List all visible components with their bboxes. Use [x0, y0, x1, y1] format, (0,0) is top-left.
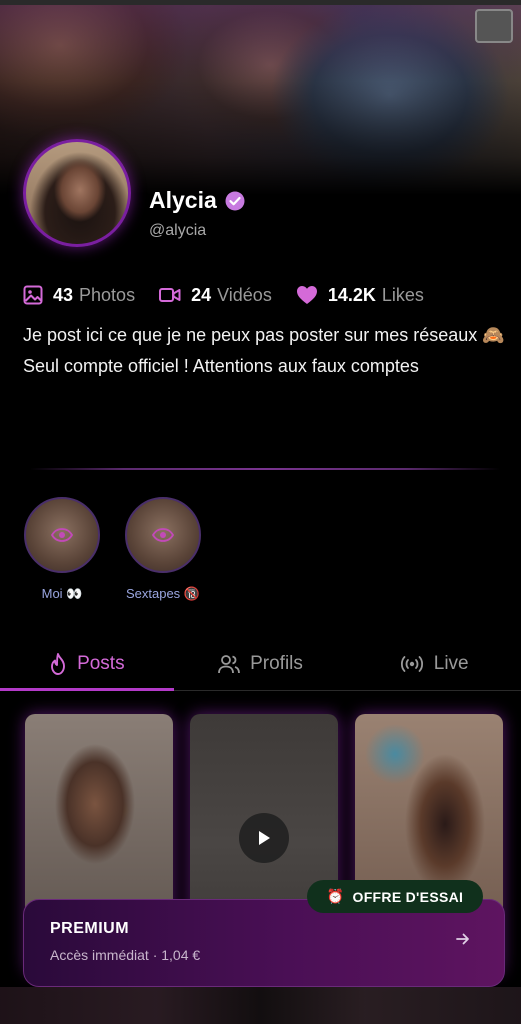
tab-live[interactable]: Live — [347, 637, 521, 690]
stat-likes[interactable]: 14.2K Likes — [296, 285, 424, 306]
trial-offer-badge[interactable]: ⏰ OFFRE D'ESSAI — [307, 880, 483, 913]
name-row: Alycia — [149, 187, 245, 214]
play-icon — [259, 831, 270, 845]
image-icon — [23, 285, 43, 305]
broadcast-icon — [400, 655, 423, 672]
flame-icon — [51, 652, 66, 675]
trial-offer-label: OFFRE D'ESSAI — [352, 888, 464, 905]
highlight-label: Sextapes 🔞 — [125, 586, 200, 601]
profile-name: Alycia — [149, 187, 217, 213]
highlight-label: Moi 👀 — [41, 586, 83, 601]
arrow-right-icon — [456, 933, 469, 945]
avatar[interactable] — [23, 139, 131, 247]
verified-badge-icon — [225, 191, 245, 210]
highlight-thumbnail — [24, 497, 100, 573]
eye-icon — [51, 528, 73, 542]
premium-title: PREMIUM — [50, 920, 130, 937]
highlight-moi[interactable]: Moi 👀 — [22, 497, 102, 602]
eye-icon — [152, 528, 174, 542]
photos-label: Photos — [79, 284, 136, 305]
videos-count: 24 — [191, 284, 212, 305]
tab-label: Live — [433, 652, 469, 674]
grid-next-row — [0, 987, 521, 1024]
stat-videos[interactable]: 24 Vidéos — [159, 285, 272, 306]
video-icon — [159, 288, 181, 302]
tab-label: Profils — [250, 652, 303, 674]
banner-camera-object — [475, 9, 513, 43]
alarm-clock-icon: ⏰ — [326, 888, 345, 904]
highlight-sextapes[interactable]: Sextapes 🔞 — [123, 497, 203, 602]
profile-stats: 43 Photos 24 Vidéos 14.2K Likes — [23, 283, 448, 307]
heart-icon — [296, 286, 317, 304]
section-divider — [30, 468, 500, 470]
play-button[interactable] — [239, 813, 289, 863]
stat-photos[interactable]: 43 Photos — [23, 285, 135, 306]
profile-bio: Je post ici ce que je ne peux pas poster… — [23, 325, 505, 376]
tab-posts[interactable]: Posts — [0, 637, 174, 691]
users-icon — [218, 654, 241, 673]
likes-label: Likes — [381, 284, 424, 305]
likes-count: 14.2K — [327, 284, 376, 305]
content-tabs: Posts Profils Live — [0, 637, 521, 691]
profile-handle: @alycia — [149, 222, 207, 239]
videos-label: Vidéos — [217, 284, 272, 305]
premium-subtitle: Accès immédiat · 1,04 € — [50, 947, 201, 963]
photos-count: 43 — [53, 284, 74, 305]
tab-label: Posts — [77, 652, 125, 674]
tab-profils[interactable]: Profils — [174, 637, 348, 690]
highlight-thumbnail — [125, 497, 201, 573]
